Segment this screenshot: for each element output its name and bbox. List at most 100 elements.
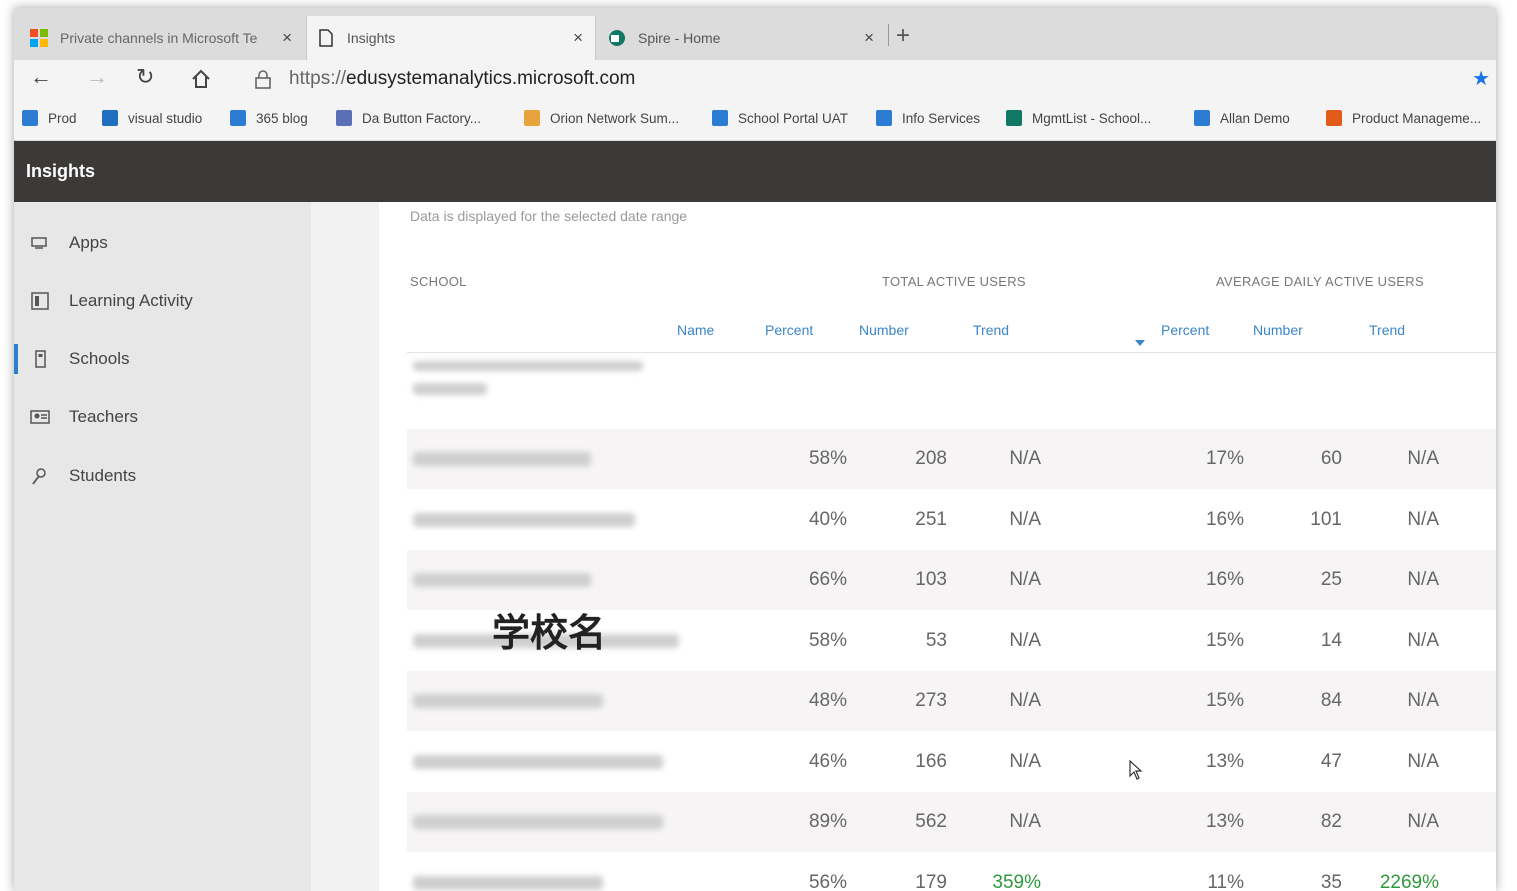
cell-total-percent: 58% bbox=[808, 448, 847, 469]
sidebar-item-label: Learning Activity bbox=[69, 291, 193, 310]
tab-private-channels[interactable]: Private channels in Microsoft Te × bbox=[20, 16, 304, 60]
table-row-partial[interactable] bbox=[407, 352, 1496, 403]
cell-avg-number: 84 bbox=[1320, 690, 1342, 711]
cell-avg-trend: N/A bbox=[1407, 448, 1439, 469]
table-row[interactable]: 66% 103 N/A 16% 25 N/A bbox=[407, 550, 1496, 610]
bookmark-icon bbox=[22, 110, 38, 126]
column-header-avg-trend[interactable]: Trend bbox=[1369, 322, 1405, 338]
bookmark-item[interactable]: 365 blog bbox=[230, 110, 308, 126]
home-icon[interactable] bbox=[190, 68, 212, 90]
cell-total-number: 208 bbox=[915, 448, 947, 469]
back-arrow-icon[interactable]: ← bbox=[30, 64, 52, 90]
tab-title: Spire - Home bbox=[638, 30, 721, 46]
column-header-total-number[interactable]: Number bbox=[859, 322, 909, 338]
cell-avg-number: 101 bbox=[1310, 508, 1342, 530]
cell-total-number: 103 bbox=[915, 569, 947, 590]
forward-arrow-icon[interactable]: → bbox=[86, 64, 108, 90]
cell-avg-number: 14 bbox=[1320, 629, 1342, 651]
cell-total-trend: N/A bbox=[1009, 811, 1041, 832]
mouse-cursor-icon bbox=[1129, 760, 1143, 780]
bookmark-item[interactable]: Allan Demo bbox=[1194, 110, 1290, 126]
cell-avg-trend: N/A bbox=[1407, 690, 1439, 711]
teachers-icon bbox=[30, 410, 50, 424]
column-header-total-trend[interactable]: Trend bbox=[973, 322, 1009, 338]
group-header-total-active-users: TOTAL ACTIVE USERS bbox=[882, 274, 1026, 289]
cell-avg-number: 47 bbox=[1320, 750, 1342, 772]
cell-total-percent: 89% bbox=[808, 811, 847, 832]
new-tab-button[interactable]: + bbox=[896, 22, 910, 50]
bookmark-item[interactable]: visual studio bbox=[102, 110, 202, 126]
table-row[interactable]: 40% 251 N/A 16% 101 N/A bbox=[407, 490, 1496, 550]
sidebar-item-label: Schools bbox=[69, 349, 130, 368]
tab-insights[interactable]: Insights × bbox=[306, 16, 596, 60]
column-header-avg-number[interactable]: Number bbox=[1253, 322, 1303, 338]
refresh-icon[interactable]: ↻ bbox=[136, 64, 154, 90]
date-range-note: Data is displayed for the selected date … bbox=[410, 208, 688, 224]
sharepoint-icon bbox=[609, 30, 625, 46]
bookmark-item[interactable]: School Portal UAT bbox=[712, 110, 848, 126]
content-gutter bbox=[311, 202, 379, 891]
bookmark-label: Da Button Factory... bbox=[362, 110, 482, 126]
bookmark-item[interactable]: Orion Network Sum... bbox=[524, 110, 679, 126]
address-bar: ← → ↻ https://edusystemanalytics.microso… bbox=[14, 60, 1496, 98]
bookmark-label: MgmtList - School... bbox=[1032, 110, 1152, 126]
sort-descending-icon[interactable] bbox=[1135, 340, 1145, 346]
tab-spire-home[interactable]: Spire - Home × bbox=[598, 16, 886, 60]
sidebar: Apps Learning Activity Schools Teachers … bbox=[14, 202, 311, 891]
cell-total-number: 251 bbox=[915, 508, 947, 530]
cell-avg-number: 35 bbox=[1320, 871, 1342, 891]
bookmark-icon bbox=[712, 110, 728, 126]
sidebar-item-teachers[interactable]: Teachers bbox=[14, 397, 311, 437]
cell-total-number: 273 bbox=[915, 690, 947, 711]
sidebar-item-schools[interactable]: Schools bbox=[14, 339, 311, 379]
cell-total-percent: 40% bbox=[808, 508, 847, 530]
column-header-avg-percent[interactable]: Percent bbox=[1161, 322, 1209, 338]
column-header-name[interactable]: Name bbox=[677, 322, 714, 338]
bookmark-item[interactable]: Da Button Factory... bbox=[336, 110, 481, 126]
table-row[interactable]: 56% 179 359% 11% 35 2269% bbox=[407, 853, 1496, 891]
bookmark-item[interactable]: Product Manageme... bbox=[1326, 110, 1481, 126]
redacted-school-name bbox=[413, 383, 487, 395]
cell-avg-trend: N/A bbox=[1407, 569, 1439, 590]
cell-total-trend: N/A bbox=[1009, 690, 1041, 711]
cell-avg-number: 25 bbox=[1320, 569, 1342, 590]
table-row[interactable]: 46% 166 N/A 13% 47 N/A bbox=[407, 732, 1496, 792]
table-row[interactable]: 89% 562 N/A 13% 82 N/A bbox=[407, 792, 1496, 852]
bookmark-item[interactable]: MgmtList - School... bbox=[1006, 110, 1151, 126]
bookmark-item[interactable]: Info Services bbox=[876, 110, 980, 126]
cell-total-number: 53 bbox=[925, 629, 947, 651]
cell-avg-percent: 16% bbox=[1205, 508, 1244, 530]
bookmark-icon bbox=[230, 110, 246, 126]
close-tab-icon[interactable]: × bbox=[864, 28, 874, 48]
cell-total-number: 562 bbox=[915, 811, 947, 832]
sidebar-item-apps[interactable]: Apps bbox=[14, 223, 311, 263]
redacted-school-name bbox=[413, 875, 603, 890]
sidebar-item-students[interactable]: Students bbox=[14, 456, 311, 496]
cell-total-trend: N/A bbox=[1009, 508, 1041, 530]
close-tab-icon[interactable]: × bbox=[282, 28, 292, 48]
group-header-school: SCHOOL bbox=[410, 274, 467, 289]
sidebar-item-learning-activity[interactable]: Learning Activity bbox=[14, 281, 311, 321]
redacted-school-name bbox=[413, 815, 663, 829]
apps-icon bbox=[31, 237, 47, 249]
bookmark-icon bbox=[876, 110, 892, 126]
tab-bar: Private channels in Microsoft Te × Insig… bbox=[14, 8, 1496, 60]
page-icon bbox=[319, 29, 333, 47]
bookmark-label: 365 blog bbox=[256, 110, 308, 126]
bookmarks-bar: Prod visual studio 365 blog Da Button Facto… bbox=[14, 98, 1496, 141]
bookmark-label: visual studio bbox=[128, 110, 203, 126]
table-row[interactable]: 48% 273 N/A 15% 84 N/A bbox=[407, 671, 1496, 731]
microsoft-logo-icon bbox=[30, 29, 48, 47]
favorite-star-icon[interactable]: ★ bbox=[1472, 66, 1490, 91]
table-row[interactable]: 58% 208 N/A 17% 60 N/A bbox=[407, 429, 1496, 489]
school-name-caption: 学校名 bbox=[492, 611, 607, 655]
bookmark-item[interactable]: Prod bbox=[22, 110, 77, 126]
column-header-total-percent[interactable]: Percent bbox=[765, 322, 813, 338]
close-tab-icon[interactable]: × bbox=[573, 28, 583, 48]
url-field[interactable]: https://edusystemanalytics.microsoft.com bbox=[289, 68, 635, 90]
lock-icon bbox=[255, 70, 271, 89]
cell-total-trend: N/A bbox=[1009, 569, 1041, 590]
cell-avg-trend: N/A bbox=[1407, 629, 1439, 651]
cell-avg-percent: 13% bbox=[1205, 811, 1244, 832]
cell-total-trend: N/A bbox=[1009, 750, 1041, 772]
